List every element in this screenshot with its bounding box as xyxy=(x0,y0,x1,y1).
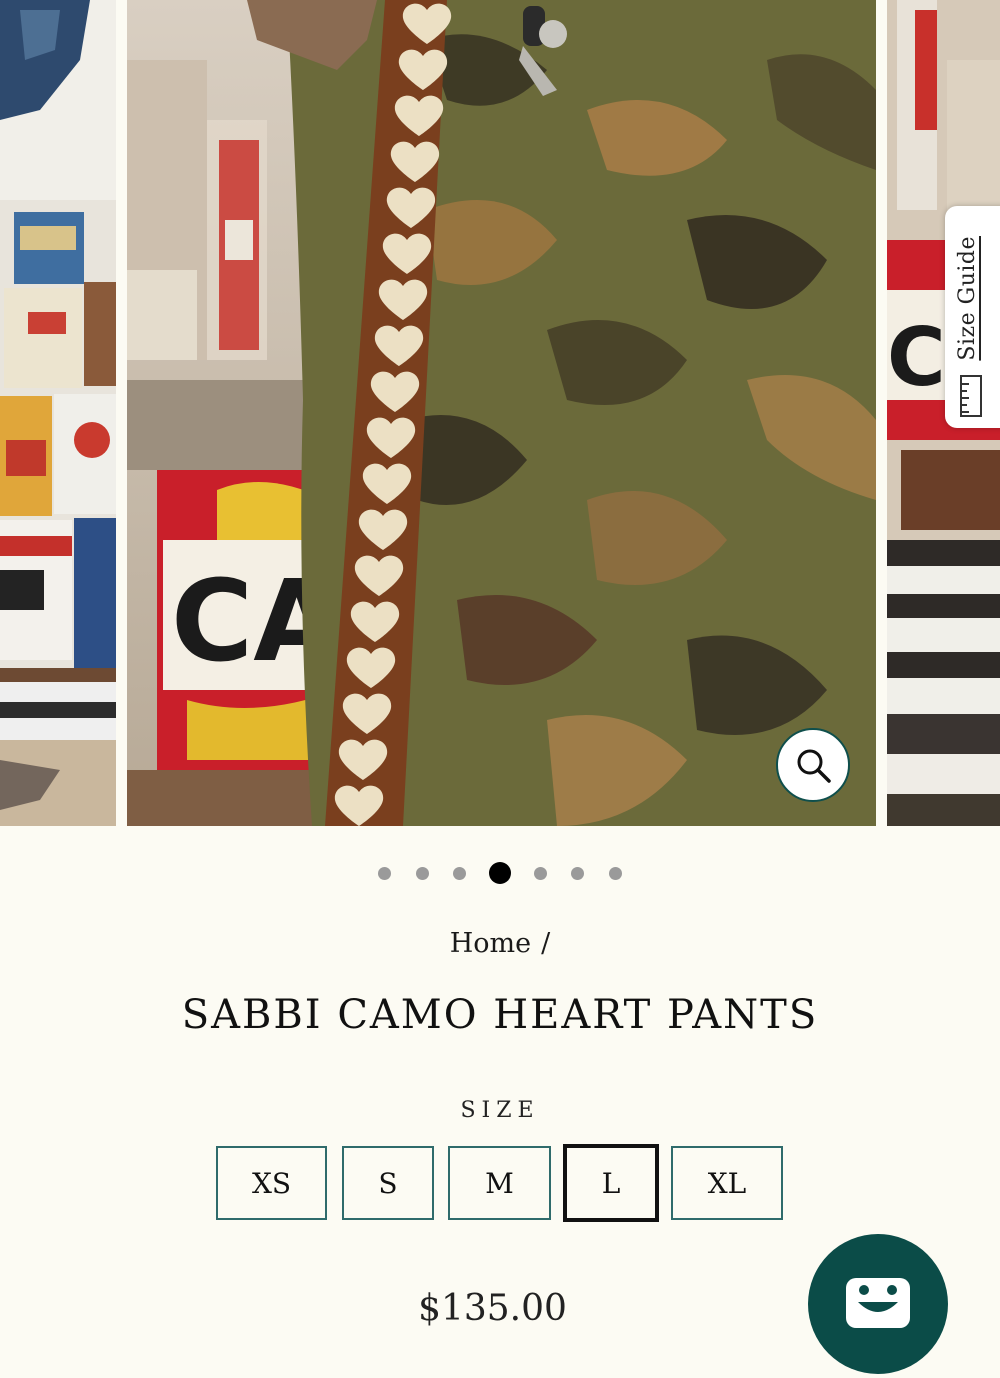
breadcrumb-home-link[interactable]: Home xyxy=(450,928,531,959)
size-option-xs[interactable]: XS xyxy=(216,1146,327,1220)
size-label: SIZE xyxy=(460,1098,540,1123)
magnifier-icon xyxy=(797,749,831,783)
gallery-slide-previous[interactable] xyxy=(0,0,116,826)
camo-heart-pants-image: CAS xyxy=(127,0,876,826)
pagination-dot-6[interactable] xyxy=(571,867,584,880)
pagination-dot-1[interactable] xyxy=(378,867,391,880)
size-option-m[interactable]: M xyxy=(448,1146,551,1220)
pagination-dot-4[interactable] xyxy=(489,862,511,884)
size-guide-label: Size Guide xyxy=(955,236,980,361)
gallery-pagination xyxy=(0,862,1000,884)
chat-widget-button[interactable] xyxy=(808,1234,948,1374)
size-option-l[interactable]: L xyxy=(563,1144,659,1222)
breadcrumb-separator: / xyxy=(541,928,551,959)
size-option-s[interactable]: S xyxy=(342,1146,434,1220)
product-title: SABBI CAMO HEART PANTS xyxy=(181,992,819,1038)
size-option-xl[interactable]: XL xyxy=(671,1146,783,1220)
breadcrumb: Home / xyxy=(0,928,1000,959)
shop-shelves-image xyxy=(0,0,116,826)
ruler-icon xyxy=(960,375,982,417)
smiley-chat-icon xyxy=(846,1278,910,1328)
zoom-button[interactable] xyxy=(776,728,850,802)
size-guide-tab[interactable]: Size Guide xyxy=(945,206,1000,428)
pagination-dot-7[interactable] xyxy=(609,867,622,880)
pagination-dot-5[interactable] xyxy=(534,867,547,880)
pagination-dot-3[interactable] xyxy=(453,867,466,880)
product-image-gallery[interactable]: CAS CA Size Guide xyxy=(0,0,1000,826)
gallery-slide-current[interactable]: CAS xyxy=(127,0,876,826)
size-selector: XS S M L XL xyxy=(0,1144,1000,1222)
pagination-dot-2[interactable] xyxy=(416,867,429,880)
